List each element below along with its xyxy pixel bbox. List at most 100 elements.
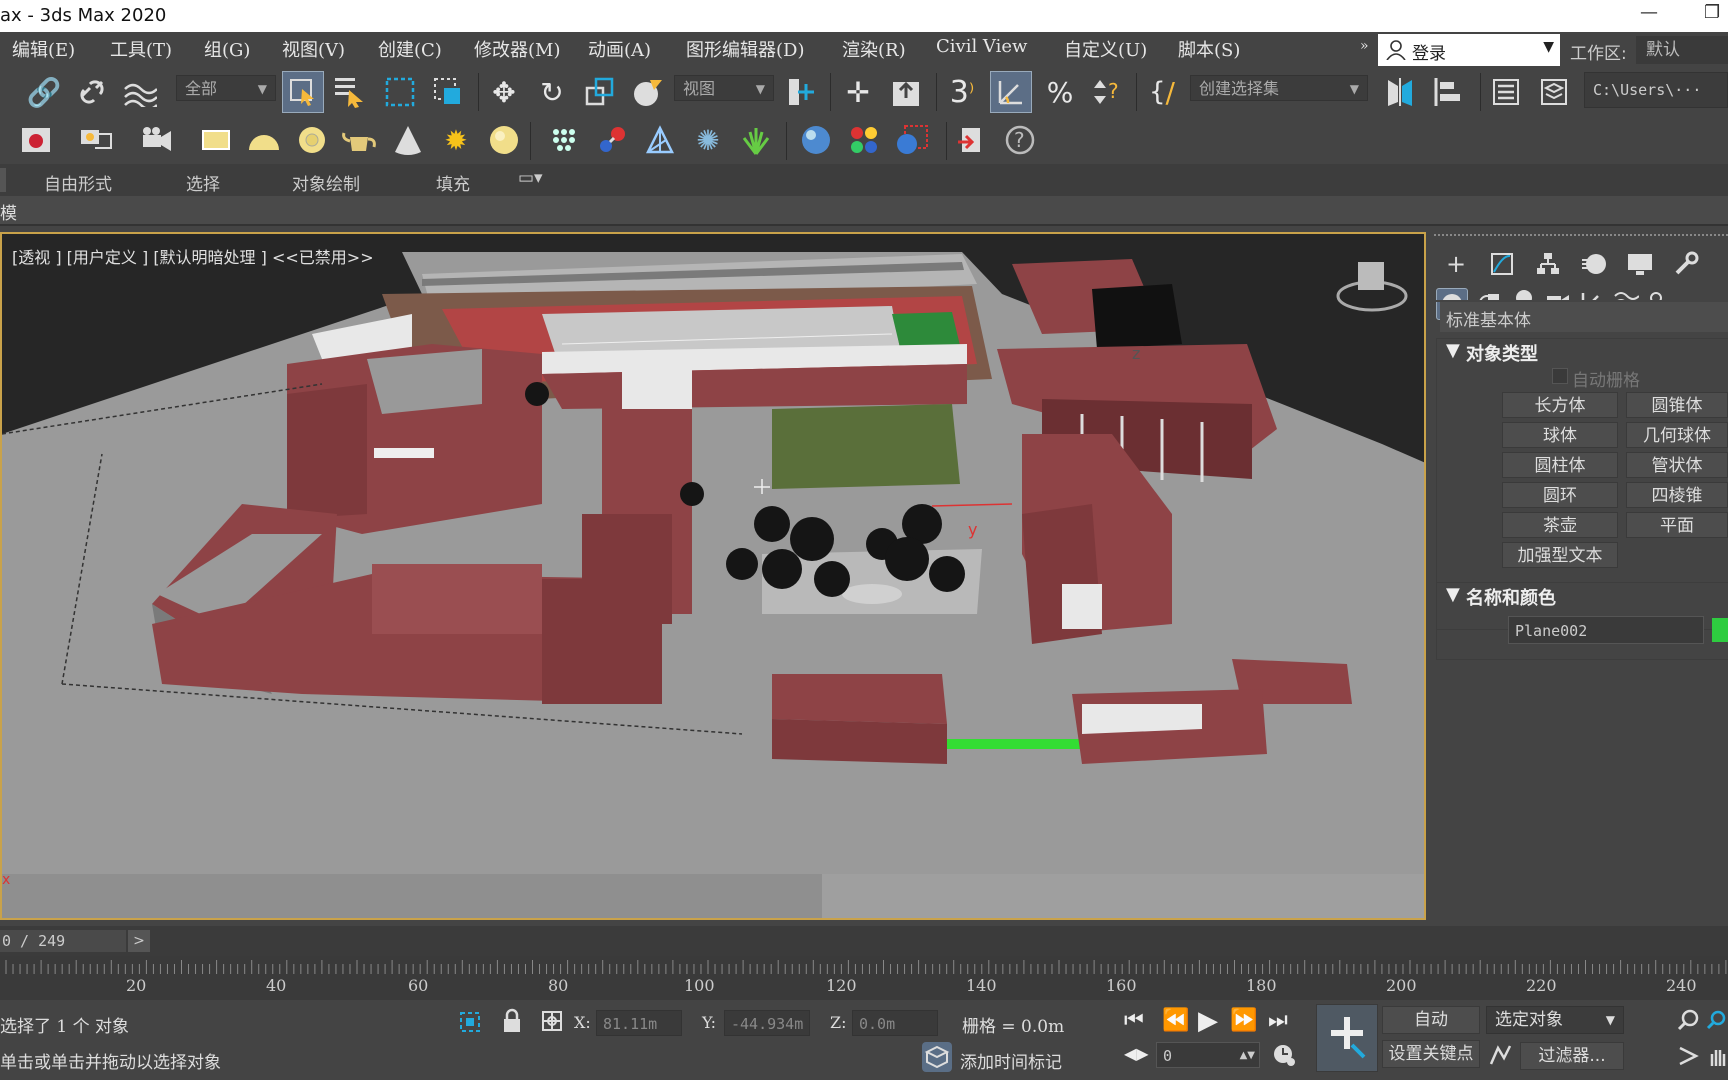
y-coordinate-field[interactable]: -44.934m xyxy=(724,1010,810,1036)
motion-tab-icon[interactable] xyxy=(1574,246,1614,282)
time-slider[interactable]: 0 / 249 > xyxy=(0,926,1728,956)
selection-set-dropdown[interactable]: 选定对象 ▼ xyxy=(1486,1006,1624,1034)
menu-animation[interactable]: 动画(A) xyxy=(588,36,651,62)
named-selection-dropdown[interactable]: 创建选择集 ▼ xyxy=(1190,75,1368,101)
help-icon[interactable]: ? xyxy=(1000,120,1040,160)
name-color-heading[interactable]: 名称和颜色 xyxy=(1466,584,1556,610)
zoom-icon[interactable] xyxy=(1676,1008,1700,1032)
menu-views[interactable]: 视图(V) xyxy=(282,36,345,62)
next-frame-arrow-icon[interactable]: > xyxy=(128,930,150,952)
select-manipulate-icon[interactable]: ✛ xyxy=(838,72,878,112)
project-path-field[interactable]: C:\Users\··· Max xyxy=(1584,72,1728,133)
keyboard-shortcut-override-icon[interactable] xyxy=(886,72,926,112)
create-tab-icon[interactable]: + xyxy=(1436,246,1476,282)
workspace-dropdown[interactable]: 默认 xyxy=(1636,36,1728,64)
z-coordinate-field[interactable]: 0.0m xyxy=(852,1010,938,1036)
camera-icon[interactable] xyxy=(136,120,176,160)
rotate-icon[interactable]: ↻ xyxy=(532,72,572,112)
zoom-all-icon[interactable] xyxy=(1706,1008,1728,1032)
edit-named-selection-icon[interactable]: {/ xyxy=(1142,72,1182,112)
track-bar[interactable]: 20 40 60 80 100 120 140 160 180 200 220 … xyxy=(0,956,1728,1000)
add-time-tag-label[interactable]: 添加时间标记 xyxy=(960,1048,1062,1073)
gear-icon[interactable]: ✺ xyxy=(688,120,728,160)
tube-button[interactable]: 管状体 xyxy=(1626,452,1728,478)
spinner-snap-icon[interactable]: ? xyxy=(1086,72,1126,112)
x-coordinate-field[interactable]: 81.11m xyxy=(596,1010,682,1036)
menu-scripting[interactable]: 脚本(S) xyxy=(1178,36,1240,62)
menu-customize[interactable]: 自定义(U) xyxy=(1064,36,1147,62)
snaps-toggle-icon[interactable]: 3 ⁾ xyxy=(942,72,982,112)
time-config-icon[interactable] xyxy=(1272,1042,1296,1068)
rollout-toggle-icon[interactable]: ▼ xyxy=(1446,340,1460,361)
field-of-view-icon[interactable] xyxy=(1676,1044,1700,1068)
time-tag-icon[interactable] xyxy=(922,1042,952,1072)
tab-freeform[interactable]: 自由形式 xyxy=(44,170,112,195)
isolate-selection-icon[interactable] xyxy=(458,1010,482,1034)
percent-snap-icon[interactable]: % xyxy=(1040,72,1080,112)
import-icon[interactable] xyxy=(952,120,992,160)
key-filters-icon[interactable] xyxy=(1488,1042,1514,1068)
render-setup-icon[interactable] xyxy=(76,120,116,160)
hemisphere-icon[interactable] xyxy=(244,120,284,160)
go-to-start-icon[interactable]: ⏮ xyxy=(1124,1008,1144,1033)
play-icon[interactable]: ▶ xyxy=(1198,1006,1218,1036)
move-icon[interactable]: ✥ xyxy=(484,72,524,112)
pyramid-button[interactable]: 四棱锥 xyxy=(1626,482,1728,508)
object-name-field[interactable]: Plane002 xyxy=(1508,616,1704,644)
absolute-mode-icon[interactable] xyxy=(540,1009,564,1033)
login-dropdown[interactable]: 登录 ▼ xyxy=(1378,34,1560,66)
slate-material-icon[interactable] xyxy=(844,120,884,160)
particle-icon[interactable] xyxy=(544,120,584,160)
textplus-button[interactable]: 加强型文本 xyxy=(1502,542,1618,568)
tab-populate[interactable]: 填充 xyxy=(436,170,470,195)
object-color-swatch[interactable] xyxy=(1712,618,1728,642)
select-by-name-icon[interactable] xyxy=(330,72,370,112)
set-key-mode-button[interactable] xyxy=(1316,1004,1378,1072)
torus-button[interactable]: 圆环 xyxy=(1502,482,1618,508)
menu-graph-editors[interactable]: 图形编辑器(D) xyxy=(686,36,804,62)
set-key-button[interactable]: 设置关键点 xyxy=(1382,1040,1480,1068)
tab-selection[interactable]: 选择 xyxy=(186,170,220,195)
foliage-icon[interactable] xyxy=(736,120,776,160)
lock-icon[interactable] xyxy=(500,1008,524,1034)
select-object-icon[interactable] xyxy=(282,71,324,113)
menu-tools[interactable]: 工具(T) xyxy=(110,36,172,62)
menu-rendering[interactable]: 渲染(R) xyxy=(842,36,906,62)
cone-button[interactable]: 圆锥体 xyxy=(1626,392,1728,418)
helper-icon[interactable] xyxy=(640,120,680,160)
frame-arrows-icon[interactable]: ◀▶ xyxy=(1124,1044,1149,1063)
cone-icon[interactable] xyxy=(388,120,428,160)
unlink-icon[interactable] xyxy=(72,72,112,112)
render-frame-window-icon[interactable] xyxy=(16,120,56,160)
angle-snap-icon[interactable] xyxy=(990,71,1032,113)
current-frame-spinner[interactable]: 0 ▲▼ xyxy=(1156,1042,1260,1068)
sphere-button[interactable]: 球体 xyxy=(1502,422,1618,448)
plane-button[interactable]: 平面 xyxy=(1626,512,1728,538)
object-type-heading[interactable]: 对象类型 xyxy=(1466,340,1538,366)
ribbon-options-icon[interactable]: ▭▾ xyxy=(518,168,543,188)
cylinder-button[interactable]: 圆柱体 xyxy=(1502,452,1618,478)
selection-filter-dropdown[interactable]: 全部 ▼ xyxy=(176,75,276,101)
tab-object-paint[interactable]: 对象绘制 xyxy=(292,170,360,195)
sun-light-icon[interactable]: ✹ xyxy=(436,120,476,160)
pivot-center-icon[interactable] xyxy=(782,72,822,112)
auto-key-button[interactable]: 自动 xyxy=(1382,1006,1480,1034)
box-button[interactable]: 长方体 xyxy=(1502,392,1618,418)
viewcube[interactable] xyxy=(1332,262,1412,322)
next-frame-icon[interactable]: ⏩ xyxy=(1230,1008,1257,1033)
time-slider-handle[interactable]: 0 / 249 xyxy=(0,930,126,952)
place-icon[interactable] xyxy=(628,72,668,112)
restore-button[interactable]: ❐ xyxy=(1704,2,1720,23)
minimize-button[interactable]: — xyxy=(1640,2,1658,23)
layer-explorer-icon[interactable] xyxy=(1534,72,1574,112)
bone-icon[interactable] xyxy=(592,120,632,160)
perspective-viewport[interactable]: [透视 ] [用户定义 ] [默认明暗处理 ] <<已禁用>> y z x xyxy=(0,232,1426,920)
scene-explorer-icon[interactable] xyxy=(1486,72,1526,112)
viewport-label[interactable]: [透视 ] [用户定义 ] [默认明暗处理 ] <<已禁用>> xyxy=(12,244,374,268)
bind-spacewarp-icon[interactable] xyxy=(120,72,160,112)
reference-coordinate-dropdown[interactable]: 视图 ▼ xyxy=(674,75,774,101)
menu-group[interactable]: 组(G) xyxy=(204,36,250,62)
previous-frame-icon[interactable]: ⏪ xyxy=(1162,1008,1189,1033)
display-tab-icon[interactable] xyxy=(1620,246,1660,282)
torus-icon[interactable] xyxy=(292,120,332,160)
